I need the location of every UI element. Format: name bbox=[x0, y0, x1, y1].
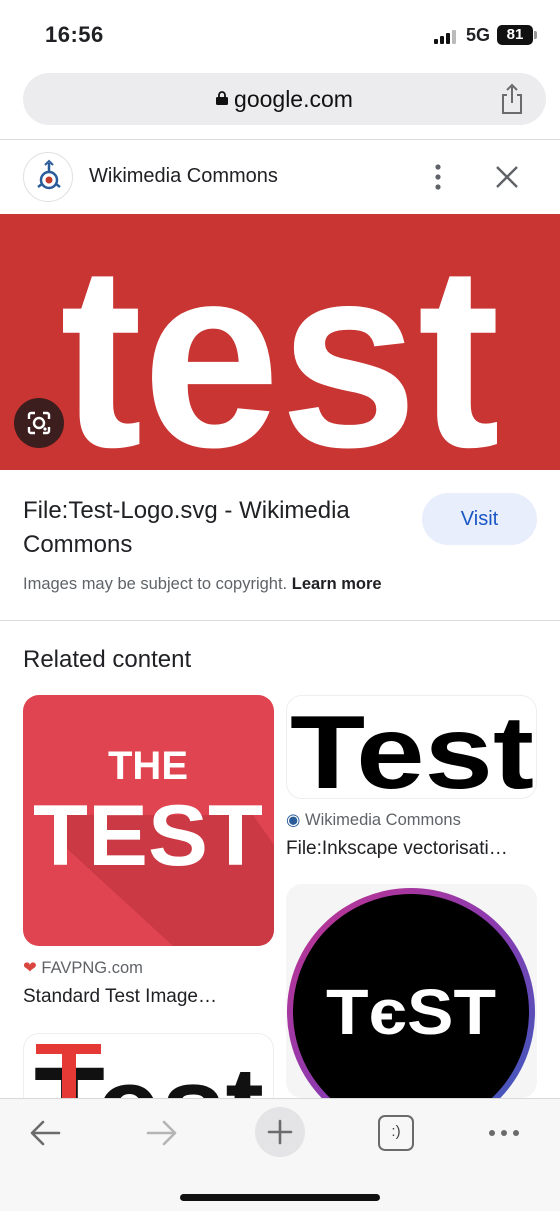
hero-image[interactable]: test bbox=[0, 214, 560, 470]
status-time: 16:56 bbox=[45, 22, 104, 47]
google-lens-icon bbox=[27, 411, 51, 435]
card-source: ◉ Wikimedia Commons bbox=[286, 810, 461, 830]
lens-button[interactable] bbox=[14, 398, 64, 448]
new-tab-button[interactable] bbox=[255, 1107, 305, 1157]
copyright-text: Images may be subject to copyright. bbox=[23, 575, 288, 593]
card-title[interactable]: Standard Test Image… bbox=[23, 986, 274, 1008]
card-text-test: TEST bbox=[33, 788, 263, 884]
favpng-icon: ❤ bbox=[23, 959, 37, 977]
card-source: ❤ FAVPNG.com bbox=[23, 958, 143, 978]
related-image-test-color[interactable]: Test bbox=[23, 1033, 274, 1098]
status-bar: 16:56 5G 81 bbox=[0, 0, 560, 70]
card-source-name: Wikimedia Commons bbox=[305, 811, 461, 829]
source-name[interactable]: Wikimedia Commons bbox=[89, 165, 278, 188]
related-image-the-test[interactable]: THE TEST bbox=[23, 695, 274, 946]
divider bbox=[0, 620, 560, 621]
card-text-test: Test bbox=[290, 696, 534, 799]
back-arrow-icon[interactable] bbox=[25, 1113, 65, 1153]
more-menu-icon[interactable] bbox=[484, 1113, 524, 1153]
card-source-name: FAVPNG.com bbox=[41, 959, 143, 977]
related-image-test-circle[interactable]: TєST bbox=[286, 884, 537, 1098]
home-indicator bbox=[180, 1194, 380, 1201]
close-icon[interactable] bbox=[494, 164, 520, 190]
related-heading: Related content bbox=[23, 646, 192, 673]
url-text[interactable]: google.com bbox=[23, 86, 546, 113]
address-bar[interactable]: google.com bbox=[23, 73, 546, 125]
plus-icon bbox=[267, 1119, 293, 1145]
network-type: 5G bbox=[466, 25, 491, 45]
tab-switcher-button[interactable]: :) bbox=[378, 1115, 414, 1151]
battery-icon: 81 bbox=[497, 25, 533, 45]
card-text-test: TєST bbox=[326, 976, 496, 1048]
share-icon[interactable] bbox=[499, 83, 525, 115]
related-image-test-black[interactable]: Test bbox=[286, 695, 537, 799]
learn-more-link[interactable]: Learn more bbox=[292, 575, 382, 593]
bottom-toolbar: :) bbox=[0, 1098, 560, 1211]
result-title[interactable]: File:Test-Logo.svg - Wikimedia Commons bbox=[23, 494, 403, 562]
card-title[interactable]: File:Inkscape vectorisati… bbox=[286, 838, 537, 860]
copyright-notice: Images may be subject to copyright. Lear… bbox=[23, 575, 382, 594]
hero-image-text: test bbox=[60, 214, 500, 470]
hero-word: test bbox=[60, 214, 500, 470]
forward-arrow-icon[interactable] bbox=[142, 1113, 182, 1153]
visit-button[interactable]: Visit bbox=[422, 493, 537, 545]
card-text-the: THE bbox=[108, 744, 188, 788]
wikimedia-logo-icon bbox=[23, 152, 73, 202]
source-header: Wikimedia Commons bbox=[0, 140, 560, 214]
battery-tip bbox=[534, 31, 537, 39]
signal-icon bbox=[434, 30, 456, 44]
wikimedia-small-icon: ◉ bbox=[286, 811, 301, 829]
more-options-icon[interactable] bbox=[426, 162, 450, 192]
